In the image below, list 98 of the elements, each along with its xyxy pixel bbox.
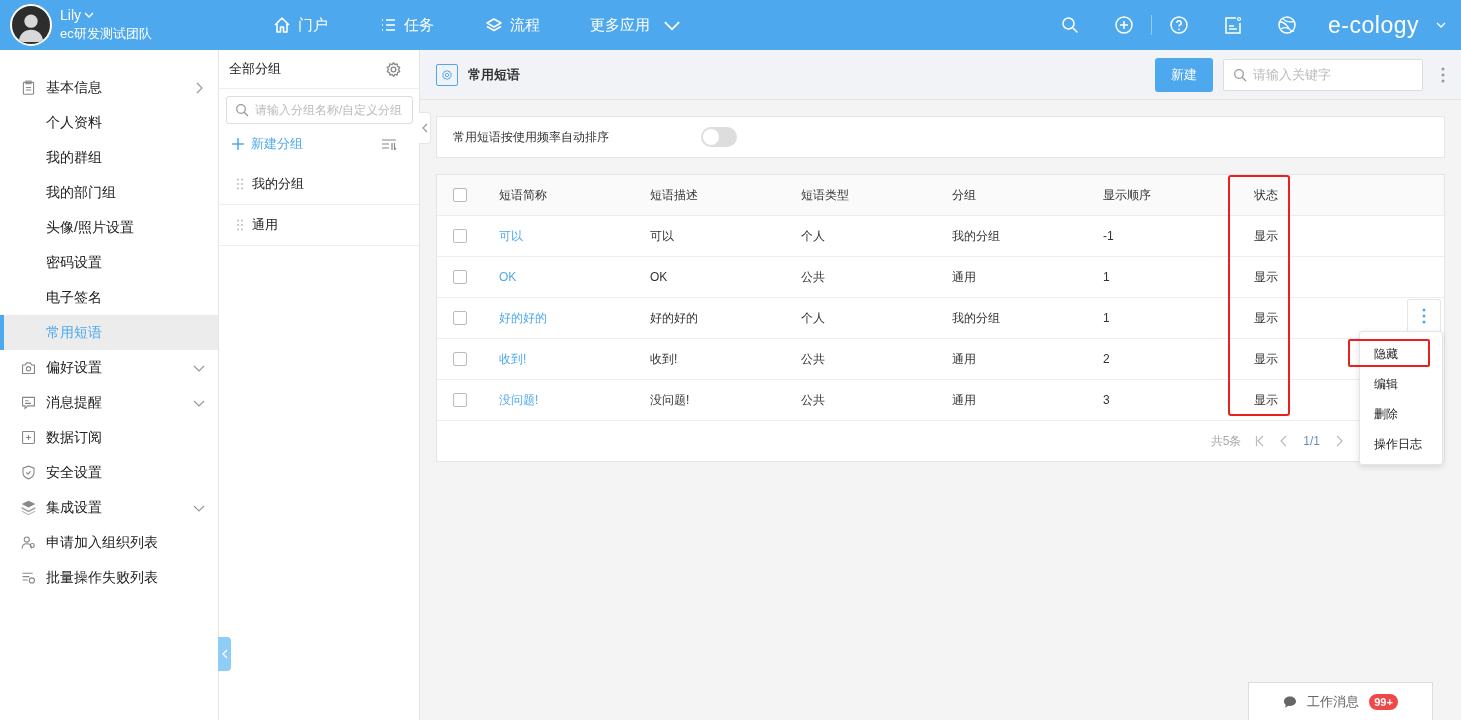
help-icon[interactable] xyxy=(1169,15,1190,35)
search-icon[interactable] xyxy=(1060,15,1081,35)
column-header: 短语类型 xyxy=(801,187,849,202)
table-cell: 我的分组 xyxy=(952,310,1000,325)
table-cell: 通用 xyxy=(952,351,976,366)
table-cell: 个人 xyxy=(801,228,825,243)
checkbox[interactable] xyxy=(453,311,467,325)
sidebar-item[interactable]: 我的部门组 xyxy=(0,175,218,210)
sidebar-item[interactable]: 偏好设置 xyxy=(0,350,218,385)
note-icon[interactable] xyxy=(1223,15,1244,35)
plus-icon xyxy=(231,137,245,151)
sidebar-item[interactable]: 批量操作失败列表 xyxy=(0,560,218,595)
table-cell: 显示 xyxy=(1254,392,1278,407)
search-icon xyxy=(1233,67,1247,82)
menu-item[interactable]: 操作日志 xyxy=(1360,428,1442,458)
table-cell: 1 xyxy=(1103,270,1110,284)
team-name: ec研发测试团队 xyxy=(60,25,153,43)
group-item[interactable]: 通用 xyxy=(219,205,419,246)
settings-icon xyxy=(436,63,458,86)
sidebar-item[interactable]: 密码设置 xyxy=(0,245,218,280)
shield-icon xyxy=(20,464,37,481)
next-page-icon[interactable] xyxy=(1334,435,1344,447)
checkbox[interactable] xyxy=(453,188,467,202)
toggle-switch[interactable] xyxy=(701,127,737,147)
sidebar-item[interactable]: 申请加入组织列表 xyxy=(0,525,218,560)
setting-label: 常用短语按使用频率自动排序 xyxy=(453,128,609,146)
table-cell: 显示 xyxy=(1254,310,1278,325)
search-box[interactable]: 请输入关键字 xyxy=(1223,58,1423,91)
table-cell: 公共 xyxy=(801,351,825,366)
menu-item[interactable]: 删除 xyxy=(1360,398,1442,428)
page-number: 1/1 xyxy=(1303,434,1320,448)
sidebar-item[interactable]: 集成设置 xyxy=(0,490,218,525)
checkbox[interactable] xyxy=(453,352,467,366)
count-badge: 99+ xyxy=(1369,693,1398,710)
sidebar-item[interactable]: 个人资料 xyxy=(0,105,218,140)
more-icon[interactable] xyxy=(1441,66,1445,83)
search-box[interactable]: 请输入分组名称/自定义分组 xyxy=(226,96,413,124)
sidebar-item[interactable]: 电子签名 xyxy=(0,280,218,315)
avatar[interactable] xyxy=(10,4,52,46)
table-cell: 好的好的 xyxy=(650,310,698,325)
settings-icon[interactable] xyxy=(385,60,402,78)
plusbox-icon xyxy=(20,429,37,446)
camera-icon xyxy=(20,359,37,376)
table-cell: 我的分组 xyxy=(952,228,1000,243)
more-icon[interactable] xyxy=(1407,299,1441,332)
group-item[interactable]: 我的分组 xyxy=(219,164,419,205)
globe-icon[interactable] xyxy=(1277,15,1298,35)
table-cell: 1 xyxy=(1103,311,1110,325)
chat-icon xyxy=(20,394,37,411)
sidebar-item[interactable]: 数据订阅 xyxy=(0,420,218,455)
menu-item[interactable]: 隐藏 xyxy=(1347,338,1431,368)
table-cell: 没问题! xyxy=(650,392,690,407)
table-cell: 通用 xyxy=(952,392,976,407)
table-cell: 收到! xyxy=(650,351,678,366)
panel-title: 全部分组 xyxy=(229,60,281,78)
first-page-icon[interactable] xyxy=(1255,435,1266,447)
expand-handle[interactable] xyxy=(218,637,231,671)
sidebar-item[interactable]: 消息提醒 xyxy=(0,385,218,420)
messages-button[interactable]: 工作消息 99+ xyxy=(1248,682,1433,720)
brand-logo: e-cology xyxy=(1328,11,1419,39)
people-icon xyxy=(20,534,37,551)
checkbox[interactable] xyxy=(453,270,467,284)
stack-icon xyxy=(20,499,37,516)
table-cell: 3 xyxy=(1103,393,1110,407)
total-count: 共5条 xyxy=(1210,432,1242,450)
table-cell: 显示 xyxy=(1254,228,1278,243)
column-header: 分组 xyxy=(952,187,976,202)
column-header: 显示顺序 xyxy=(1103,187,1151,202)
sort-icon[interactable] xyxy=(381,137,397,151)
column-header: 短语简称 xyxy=(499,187,547,202)
table-cell: OK xyxy=(650,270,668,284)
home-icon xyxy=(272,15,292,35)
sidebar-item[interactable]: 安全设置 xyxy=(0,455,218,490)
table-cell: 公共 xyxy=(801,392,825,407)
checkbox[interactable] xyxy=(453,393,467,407)
drag-handle-icon[interactable] xyxy=(237,219,243,231)
add-icon[interactable] xyxy=(1114,15,1135,35)
menu-item[interactable]: 编辑 xyxy=(1360,368,1442,398)
clipboard-icon xyxy=(20,79,37,96)
column-header: 状态 xyxy=(1254,187,1278,202)
column-header: 短语描述 xyxy=(650,187,698,202)
table-cell: 个人 xyxy=(801,310,825,325)
chat-icon xyxy=(1283,694,1298,709)
table-cell: 显示 xyxy=(1254,351,1278,366)
table-cell: 通用 xyxy=(952,269,976,284)
sidebar-item[interactable]: 我的群组 xyxy=(0,140,218,175)
page-title: 常用短语 xyxy=(468,65,520,84)
search-icon xyxy=(235,103,249,117)
table-cell: 2 xyxy=(1103,352,1110,366)
table-cell: -1 xyxy=(1103,229,1114,243)
table-cell: 显示 xyxy=(1254,269,1278,284)
sidebar-item[interactable]: 基本信息 xyxy=(0,70,218,105)
drag-handle-icon[interactable] xyxy=(237,178,243,190)
collapse-handle[interactable] xyxy=(419,112,431,144)
checkbox[interactable] xyxy=(453,229,467,243)
table-cell: 可以 xyxy=(650,228,674,243)
sidebar-item[interactable]: 头像/照片设置 xyxy=(0,210,218,245)
table-cell: 公共 xyxy=(801,269,825,284)
